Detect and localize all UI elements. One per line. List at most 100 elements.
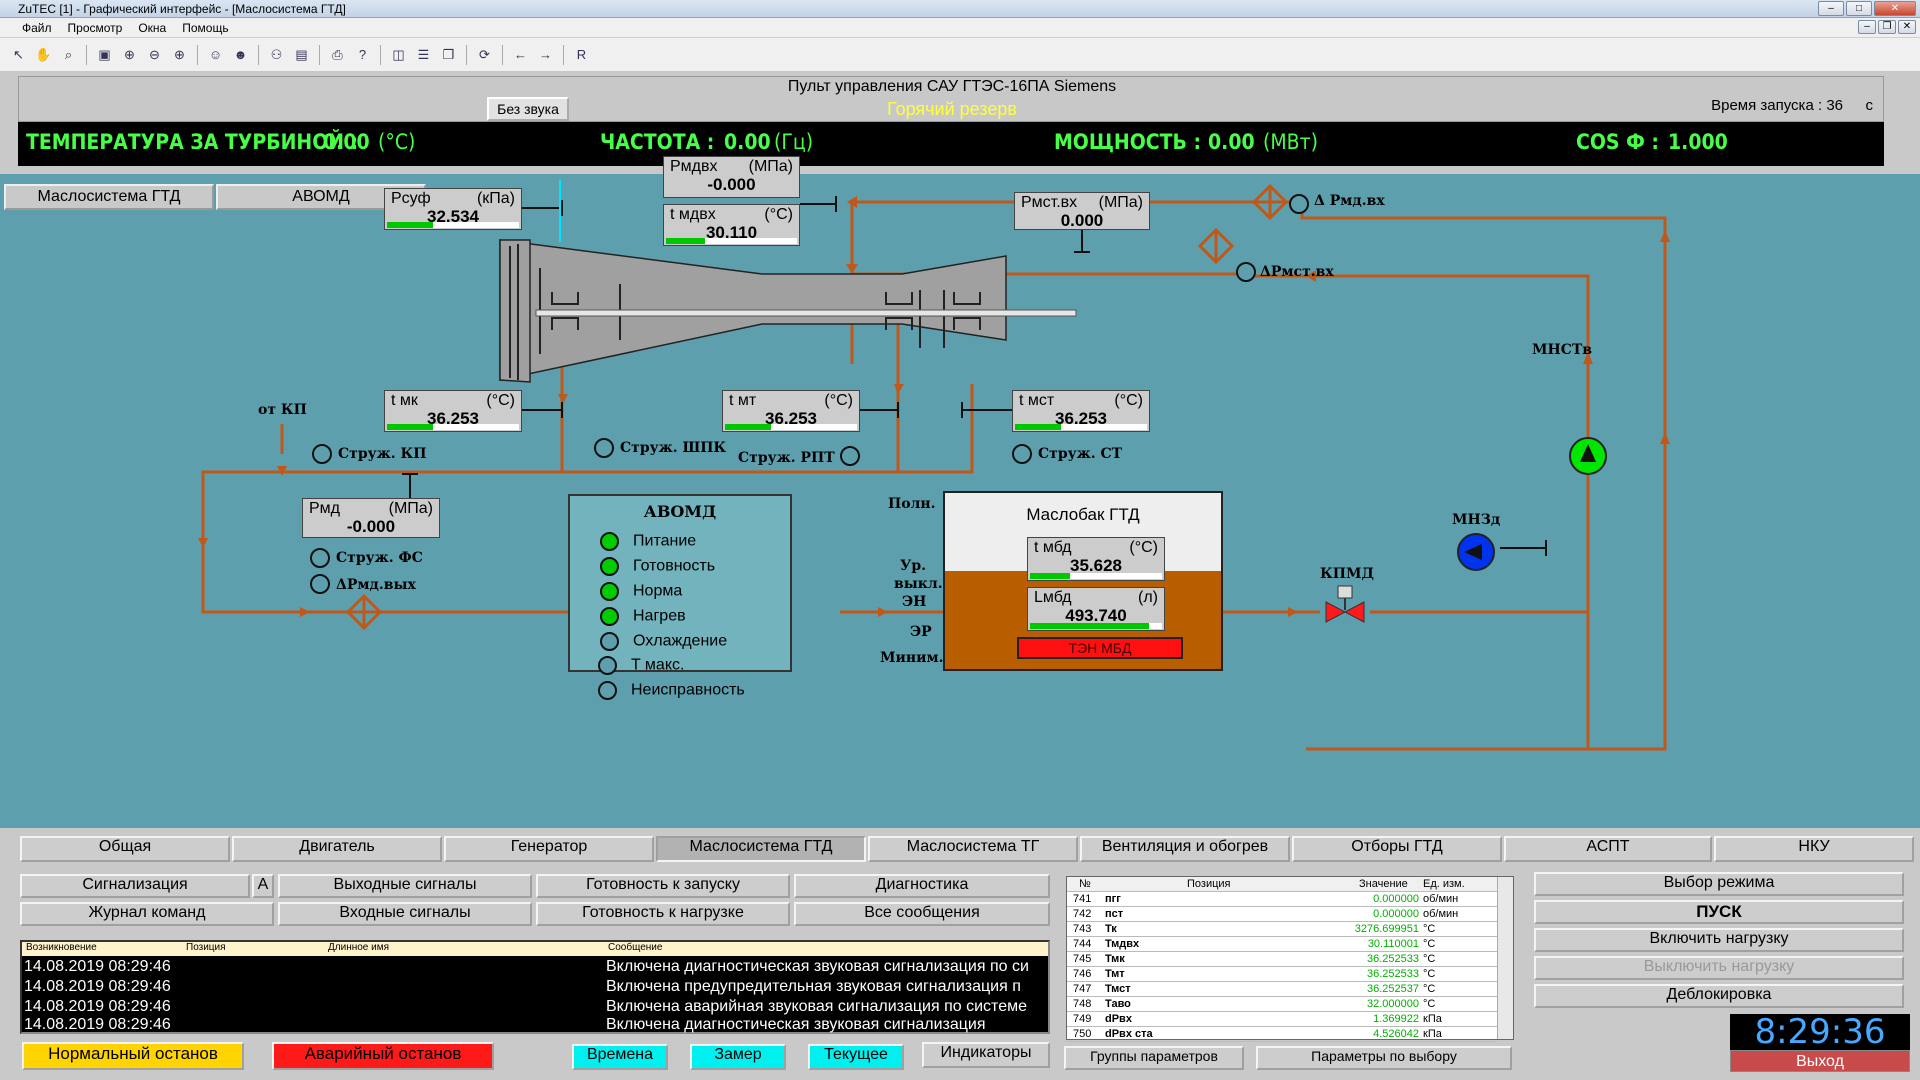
refresh-icon[interactable]: ⟳ [474, 44, 495, 65]
ready-load-button[interactable]: Готовность к нагрузке [536, 902, 790, 926]
unlock-button[interactable]: Деблокировка [1534, 984, 1904, 1008]
exit-button[interactable]: Выход [1730, 1050, 1910, 1072]
mode-status: Горячий резерв [887, 99, 1017, 119]
user-remove-icon[interactable]: ☻ [230, 44, 251, 65]
nav-tab-gtd-oil[interactable]: Маслосистема ГТД [656, 836, 866, 862]
message-log[interactable]: Возникновение Позиция Длинное имя Сообще… [20, 940, 1050, 1034]
param-tmbd[interactable]: t мбд (°C) 35.628 [1027, 537, 1165, 581]
maximize-button[interactable]: □ [1846, 1, 1872, 16]
parameter-row[interactable]: 741 пгг 0.000000 об/мин [1067, 892, 1497, 907]
close-button[interactable]: ✕ [1874, 1, 1916, 16]
parameter-row[interactable]: 748 Таво 32.000000 °C [1067, 997, 1497, 1012]
zoom-out-icon[interactable]: ⊖ [144, 44, 165, 65]
indicators-button[interactable]: Индикаторы [922, 1042, 1050, 1068]
help-icon[interactable]: ? [352, 44, 373, 65]
params-choice-button[interactable]: Параметры по выбору [1256, 1046, 1512, 1070]
kpmd-valve-icon[interactable] [1324, 584, 1366, 632]
ot-kp-label: от КП [258, 402, 307, 418]
nav-tab-generator[interactable]: Генератор [444, 836, 654, 862]
parameter-cell-val: 36.252537 [1367, 983, 1419, 995]
param-groups-button[interactable]: Группы параметров [1064, 1046, 1244, 1070]
ready-start-button[interactable]: Готовность к запуску [536, 874, 790, 898]
diagnostics-button[interactable]: Диагностика [794, 874, 1050, 898]
message-row[interactable]: 14.08.2019 08:29:46 Включена предупредите… [22, 978, 1048, 997]
message-row[interactable]: 14.08.2019 08:29:46 Включена аварийная зв… [22, 998, 1048, 1017]
report-icon[interactable]: ▤ [291, 44, 312, 65]
times-button[interactable]: Времена [572, 1044, 668, 1070]
param-tmk[interactable]: t мк (°C) 36.253 [384, 390, 522, 432]
menu-file[interactable]: Файл [22, 18, 52, 37]
zoom-icon[interactable]: ⌕ [58, 44, 79, 65]
mdi-restore-button[interactable]: ❐ [1878, 20, 1896, 34]
r-icon[interactable]: R [571, 44, 592, 65]
clock: 8:29:36 [1730, 1014, 1910, 1050]
parameter-table[interactable]: № Позиция Значение Ед. изм. 741 пгг 0.000000… [1066, 876, 1514, 1042]
param-rmdvh[interactable]: Pмдвх (МПа) -0.000 [663, 156, 800, 198]
output-signals-button[interactable]: Выходные сигналы [278, 874, 532, 898]
zoom-in-icon[interactable]: ⊕ [169, 44, 190, 65]
normal-stop-button[interactable]: Нормальный останов [22, 1042, 244, 1070]
param-tmt[interactable]: t мт (°C) 36.253 [722, 390, 860, 432]
mode-select-button[interactable]: Выбор режима [1534, 872, 1904, 896]
nav-tab-general[interactable]: Общая [20, 836, 230, 862]
param-rmstvh[interactable]: Pмст.вх (МПа) 0.000 [1014, 192, 1150, 230]
param-rmd[interactable]: Pмд (МПа) -0.000 [302, 498, 440, 538]
nav-tab-engine[interactable]: Двигатель [232, 836, 442, 862]
zoom-1-1-icon[interactable]: ▣ [94, 44, 115, 65]
nav-tab-aspt[interactable]: АСПТ [1504, 836, 1712, 862]
param-tmdvh[interactable]: t мдвх (°C) 30.110 [663, 204, 800, 246]
tile-horizontal-icon[interactable]: ☰ [413, 44, 434, 65]
users-icon[interactable]: ☺ [205, 44, 226, 65]
hand-icon[interactable]: ✋ [33, 44, 54, 65]
nav-tab-ventilation[interactable]: Вентиляция и обогрев [1080, 836, 1290, 862]
start-button[interactable]: ПУСК [1534, 900, 1904, 924]
parameter-row[interactable]: 749 dPвх 1.369922 кПа [1067, 1012, 1497, 1027]
parameter-row[interactable]: 747 Тмст 36.252537 °C [1067, 982, 1497, 997]
message-row[interactable]: 14.08.2019 08:29:46 Включена диагностичес… [22, 1016, 1048, 1035]
param-rsuf[interactable]: Pсуф (кПа) 32.534 [384, 188, 522, 230]
mnstv-pump-icon[interactable] [1568, 436, 1608, 476]
parameter-row[interactable]: 745 Тмк 36.252533 °C [1067, 952, 1497, 967]
signaling-button[interactable]: Сигнализация [20, 874, 250, 898]
param-lmbd[interactable]: Lмбд (л) 493.740 [1027, 587, 1165, 631]
menu-help[interactable]: Помощь [182, 18, 228, 37]
message-row[interactable]: 14.08.2019 08:29:46 Включена диагностичес… [22, 958, 1048, 977]
menu-windows[interactable]: Окна [138, 18, 166, 37]
parameter-row[interactable]: 744 Тмдвх 30.110001 °C [1067, 937, 1497, 952]
parameter-row[interactable]: 742 пст 0.000000 об/мин [1067, 907, 1497, 922]
zoom-fit-icon[interactable]: ⊕ [119, 44, 140, 65]
back-arrow-icon[interactable]: ← [510, 44, 531, 65]
pointer-icon[interactable]: ↖ [8, 44, 29, 65]
forward-arrow-icon[interactable]: → [535, 44, 556, 65]
parameter-row[interactable]: 750 dPвх ста 4.526042 кПа [1067, 1027, 1497, 1042]
menu-view[interactable]: Просмотр [68, 18, 123, 37]
load-on-button[interactable]: Включить нагрузку [1534, 928, 1904, 952]
launch-time-unit: с [1865, 97, 1874, 114]
parameter-row[interactable]: 743 Тк 3276.699951 °C [1067, 922, 1497, 937]
all-messages-button[interactable]: Все сообщения [794, 902, 1050, 926]
nav-tab-tg-oil[interactable]: Маслосистема ТГ [868, 836, 1078, 862]
param-tmst[interactable]: t мст (°C) 36.253 [1012, 390, 1150, 432]
emergency-stop-button[interactable]: Аварийный останов [272, 1042, 494, 1070]
a-button[interactable]: A [252, 874, 274, 898]
measure-button[interactable]: Замер [690, 1044, 786, 1070]
nav-tab-gtd-bleeds[interactable]: Отборы ГТД [1292, 836, 1502, 862]
parameter-row[interactable]: 746 Тмт 36.252533 °C [1067, 967, 1497, 982]
binoculars-icon[interactable]: ⚇ [266, 44, 287, 65]
mdi-minimize-button[interactable]: – [1858, 20, 1876, 34]
cascade-icon[interactable]: ❒ [438, 44, 459, 65]
input-signals-button[interactable]: Входные сигналы [278, 902, 532, 926]
minimize-button[interactable]: – [1818, 1, 1844, 16]
print-icon[interactable]: ⎙ [327, 44, 348, 65]
heater-button[interactable]: ТЭН МБД [1017, 637, 1183, 659]
parameter-table-scrollbar[interactable] [1497, 877, 1513, 1039]
tile-vertical-icon[interactable]: ◫ [388, 44, 409, 65]
nav-tab-nku[interactable]: НКУ [1714, 836, 1914, 862]
mdi-close-button[interactable]: ✕ [1898, 20, 1916, 34]
current-button[interactable]: Текущее [808, 1044, 904, 1070]
rmstvh-value: 0.000 [1060, 211, 1104, 230]
load-off-button[interactable]: Выключить нагрузку [1534, 956, 1904, 980]
parameter-cell-unit: кПа [1423, 1028, 1442, 1040]
command-log-button[interactable]: Журнал команд [20, 902, 274, 926]
mnzd-pump-icon[interactable] [1456, 532, 1496, 572]
